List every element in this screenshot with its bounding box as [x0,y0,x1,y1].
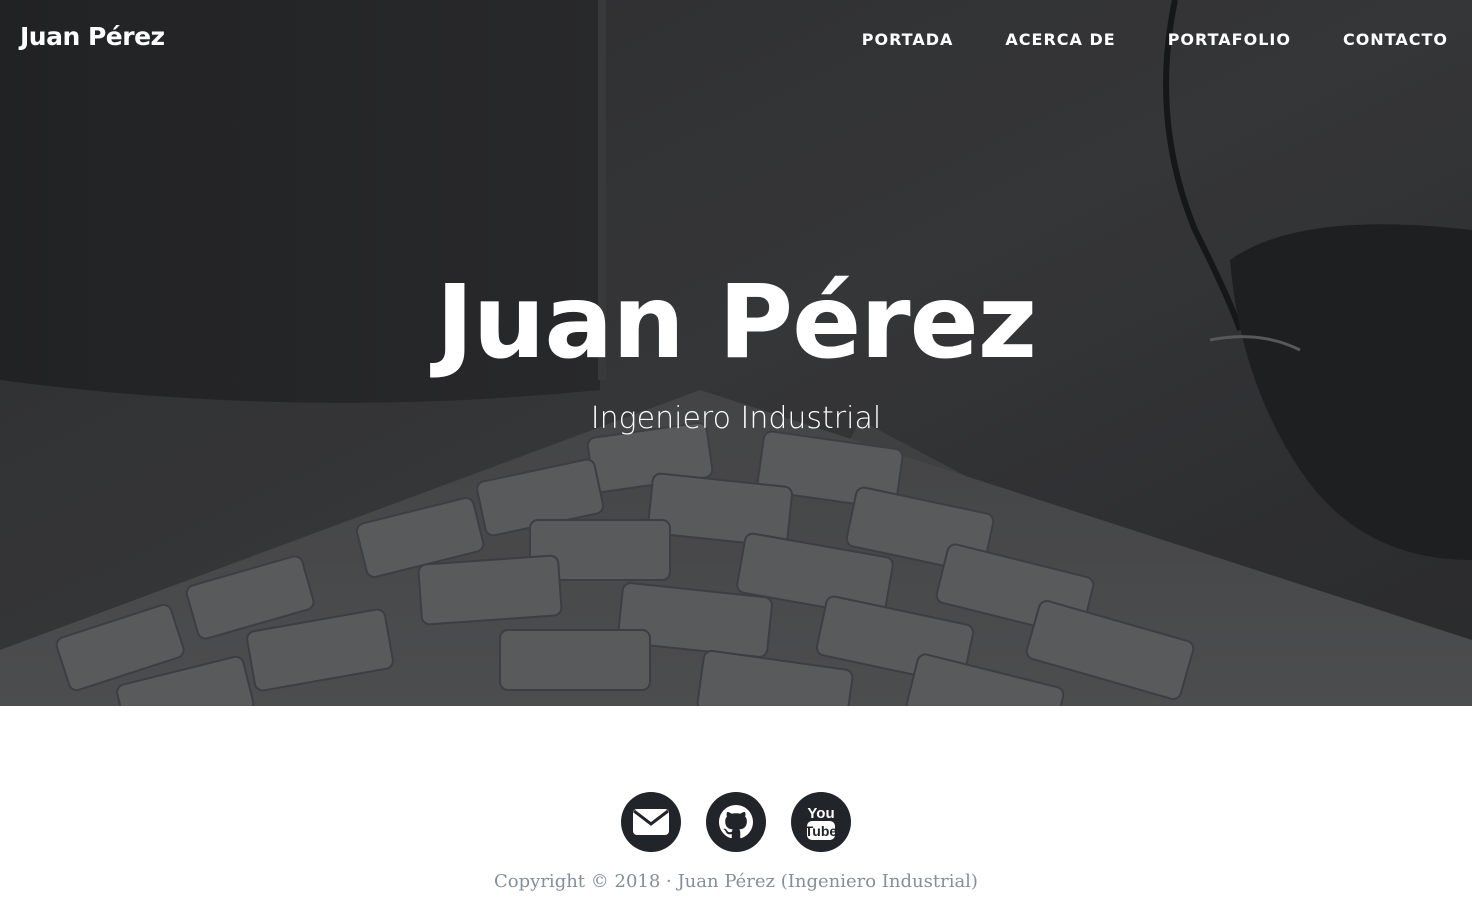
brand-logo-link[interactable]: Juan Pérez [20,22,165,51]
nav-link-portada[interactable]: PORTADA [862,30,954,49]
github-button[interactable] [706,792,766,852]
footer: You Tube Copyright © 2018 · Juan Pérez (… [0,706,1472,912]
github-icon [719,805,753,839]
nav-link-portafolio[interactable]: PORTAFOLIO [1168,30,1291,49]
copyright-text: Copyright © 2018 · Juan Pérez (Ingeniero… [494,871,978,892]
email-button[interactable] [621,792,681,852]
svg-text:Tube: Tube [805,823,838,839]
envelope-icon [633,809,669,835]
social-links: You Tube [0,792,1472,852]
svg-text:You: You [807,805,834,822]
hero-title: Juan Pérez [435,263,1037,382]
nav-links: PORTADA ACERCA DE PORTAFOLIO CONTACTO [810,30,1448,49]
youtube-icon: You Tube [805,805,838,840]
hero-section: Juan Pérez PORTADA ACERCA DE PORTAFOLIO … [0,0,1472,706]
nav-link-contacto[interactable]: CONTACTO [1343,30,1448,49]
youtube-button[interactable]: You Tube [791,792,851,852]
hero-subtitle: Ingeniero Industrial [590,401,882,436]
top-navbar: Juan Pérez PORTADA ACERCA DE PORTAFOLIO … [0,0,1472,80]
nav-link-acerca-de[interactable]: ACERCA DE [1005,30,1115,49]
